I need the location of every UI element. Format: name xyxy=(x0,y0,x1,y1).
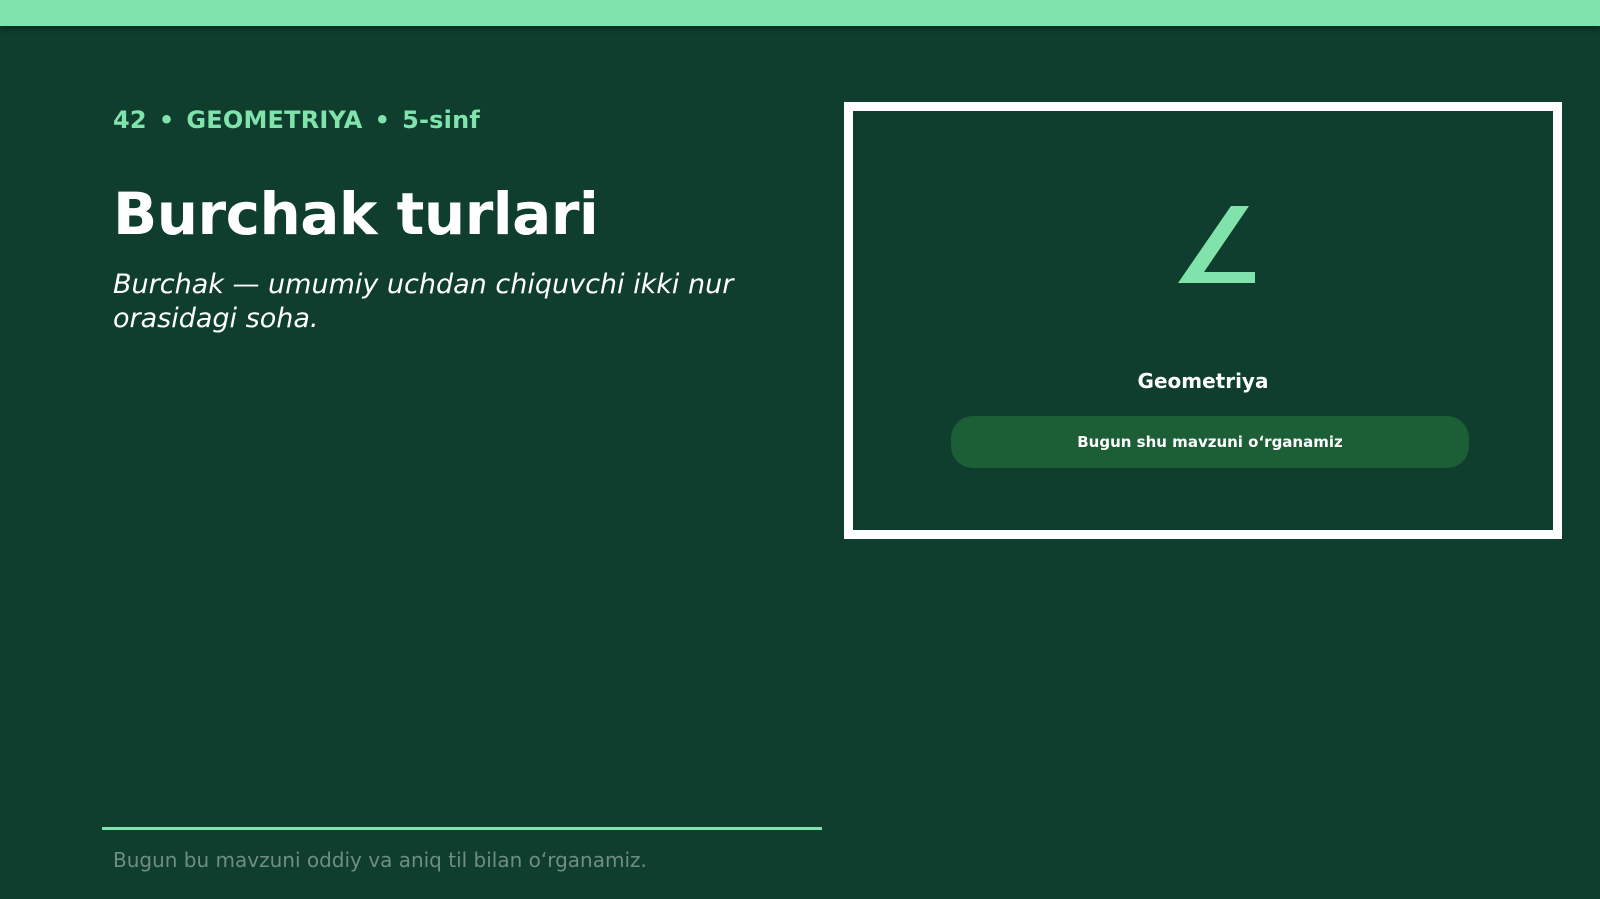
angle-icon xyxy=(1178,206,1255,283)
top-accent-bar xyxy=(0,0,1600,26)
lesson-meta: 42 • GEOMETRIYA • 5-sinf xyxy=(113,106,480,134)
meta-separator: • xyxy=(158,106,175,134)
grade-label: 5-sinf xyxy=(402,106,481,134)
page-subtitle: Burchak — umumiy uchdan chiquvchi ikki n… xyxy=(113,269,734,334)
card-subject-label: Geometriya xyxy=(1137,369,1269,393)
topic-card: Geometriya Bugun shu mavzuni oʻrganamiz xyxy=(844,102,1562,539)
footer-divider xyxy=(102,827,822,830)
subject-label: GEOMETRIYA xyxy=(186,106,363,134)
learn-topic-button[interactable]: Bugun shu mavzuni oʻrganamiz xyxy=(951,416,1469,468)
footer-text: Bugun bu mavzuni oddiy va aniq til bilan… xyxy=(113,848,647,872)
lesson-number: 42 xyxy=(113,106,147,134)
page-title: Burchak turlari xyxy=(113,180,599,248)
meta-separator: • xyxy=(374,106,391,134)
